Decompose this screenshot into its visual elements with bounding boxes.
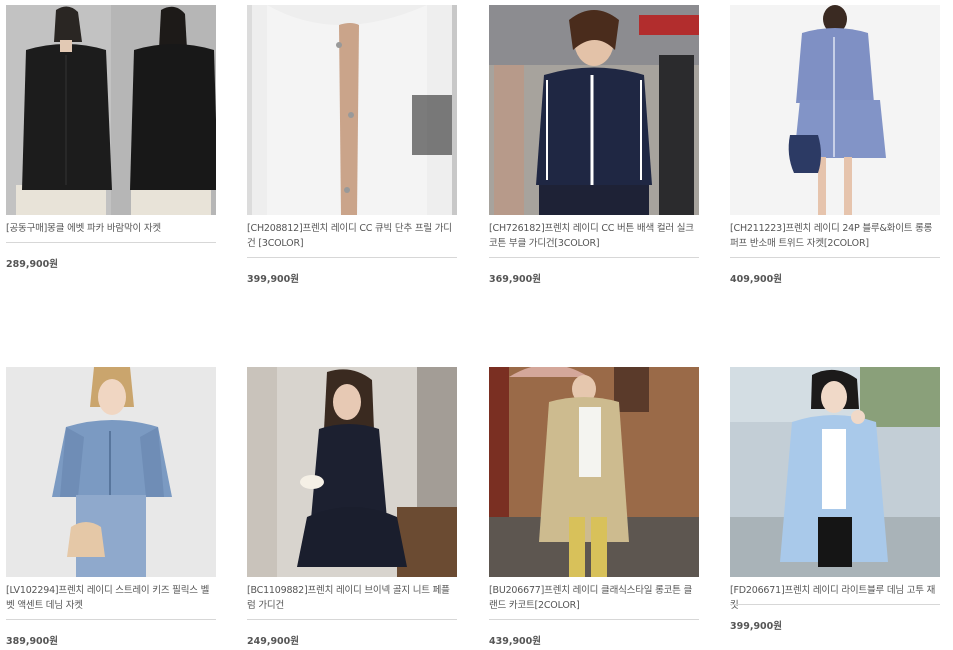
- product-image[interactable]: [6, 367, 216, 577]
- product-name[interactable]: [CH208812]프렌치 레이디 CC 큐빅 단추 프릴 가디건 [3COLO…: [247, 221, 457, 251]
- product-name[interactable]: [BU206677]프렌치 레이디 클래식스타일 롱코튼 클랜드 카코트[2CO…: [489, 583, 699, 613]
- product-image[interactable]: [730, 5, 940, 215]
- product-price: 409,900원: [730, 274, 783, 285]
- denim-jacket-photo: [6, 367, 216, 577]
- blue-tweed-set-photo: [730, 5, 940, 215]
- product-image[interactable]: [730, 367, 940, 577]
- white-lace-cardigan-photo: [247, 5, 457, 215]
- product-image[interactable]: [247, 367, 457, 577]
- product-name[interactable]: [CH211223]프렌치 레이디 24P 블루&화이트 롱롱 퍼프 반소매 트…: [730, 221, 940, 251]
- moncler-black-parka-photo: [6, 5, 216, 215]
- black-peplum-knit-photo: [247, 367, 457, 577]
- product-image[interactable]: [489, 367, 699, 577]
- product-name[interactable]: [LV102294]프렌치 레이디 스트레이 키즈 필릭스 벨벳 액센트 데님 …: [6, 583, 216, 613]
- divider: [6, 242, 216, 243]
- product-image[interactable]: [6, 5, 216, 215]
- beige-trench-coat-photo: [489, 367, 699, 577]
- product-price: 369,900원: [489, 274, 542, 285]
- product-name[interactable]: [공동구매]몽클 에벳 파카 바람막이 자켓: [6, 221, 216, 236]
- divider: [247, 257, 457, 258]
- product-image[interactable]: [247, 5, 457, 215]
- divider: [730, 604, 940, 605]
- navy-boucle-cardigan-street-photo: [489, 5, 699, 215]
- product-name[interactable]: [CH726182]프렌치 레이디 CC 버튼 배색 컬러 실크 코튼 부클 가…: [489, 221, 699, 251]
- divider: [6, 619, 216, 620]
- product-price: 249,900원: [247, 636, 300, 647]
- product-image[interactable]: [489, 5, 699, 215]
- product-price: 399,900원: [247, 274, 300, 285]
- product-price: 289,900원: [6, 259, 59, 270]
- product-price: 439,900원: [489, 636, 542, 647]
- divider: [489, 619, 699, 620]
- product-price: 389,900원: [6, 636, 59, 647]
- product-name[interactable]: [FD206671]프렌치 레이디 라이트블루 데님 고투 재킷: [730, 583, 940, 613]
- divider: [489, 257, 699, 258]
- product-name[interactable]: [BC1109882]프렌치 레이디 브이넥 골지 니트 페플럼 가디건: [247, 583, 457, 613]
- divider: [730, 257, 940, 258]
- product-price: 399,900원: [730, 621, 783, 632]
- divider: [247, 619, 457, 620]
- light-blue-denim-shirt-photo: [730, 367, 940, 577]
